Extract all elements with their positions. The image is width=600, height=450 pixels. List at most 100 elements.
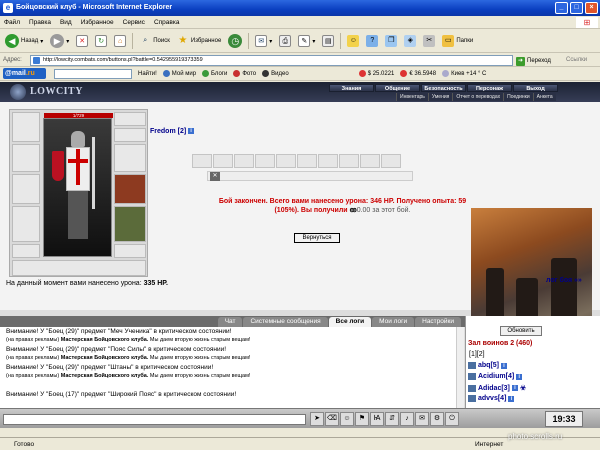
player-row[interactable]: advvs[4] i	[468, 395, 515, 402]
menu-view[interactable]: Вид	[60, 16, 72, 28]
eur-rate[interactable]: € 36.5948	[400, 70, 436, 77]
scroll-slot[interactable]	[297, 154, 317, 168]
menu-favorites[interactable]: Избранное	[81, 16, 114, 28]
smiles-icon[interactable]: ☺	[340, 412, 354, 426]
info-icon[interactable]: i	[508, 395, 515, 402]
tab-exit[interactable]: Выход	[513, 84, 558, 92]
ad-shop[interactable]: Мастерская Бойцовского клуба.	[61, 337, 149, 343]
player-name[interactable]: Fredom [2] i	[150, 128, 195, 135]
amulet-slot[interactable]	[114, 128, 146, 142]
favorites-button[interactable]: ★ Избранное	[175, 32, 223, 50]
info-icon[interactable]: i	[501, 362, 507, 369]
back-button[interactable]: ◀ Назад ▾	[3, 32, 45, 50]
minimize-button[interactable]: _	[555, 2, 568, 14]
stop-button[interactable]: ✕	[74, 32, 90, 50]
helmet-slot[interactable]	[12, 112, 40, 142]
scroll-slot[interactable]	[276, 154, 296, 168]
exit-chat-icon[interactable]: ⏻	[445, 412, 459, 426]
send-icon[interactable]: ➤	[310, 412, 324, 426]
translit-icon[interactable]: Ꙗ	[370, 412, 384, 426]
mailru-search-input[interactable]	[54, 68, 132, 79]
blogs-link[interactable]: Блоги	[202, 70, 227, 77]
info-icon[interactable]: i	[516, 373, 523, 380]
refresh-button[interactable]: Обновить	[500, 326, 542, 336]
settings-icon[interactable]: ⚙	[430, 412, 444, 426]
player-row[interactable]: Acidium[4] i	[468, 373, 523, 380]
subtab-battles[interactable]: Поединки	[503, 93, 533, 101]
belt-slot[interactable]	[12, 244, 40, 258]
edit-button[interactable]: ✎ ▾	[296, 32, 317, 50]
home-button[interactable]: ⌂	[112, 32, 128, 50]
player-row[interactable]: Adidac[3] i ☣	[468, 384, 526, 392]
menu-file[interactable]: Файл	[4, 16, 20, 28]
links-button[interactable]: Ссылки	[566, 54, 587, 67]
maximize-button[interactable]: □	[570, 2, 583, 14]
video-link[interactable]: Видео	[262, 70, 289, 77]
armor-slot[interactable]	[12, 206, 40, 242]
folders-button[interactable]: ▭ Папки	[440, 32, 475, 50]
shield-slot[interactable]	[114, 174, 146, 204]
my-world-link[interactable]: Мой мир	[162, 70, 196, 77]
rings-slot-row[interactable]	[12, 260, 146, 276]
refresh-button[interactable]: ↻	[93, 32, 109, 50]
earring-slot[interactable]	[114, 112, 146, 126]
ad-shop[interactable]: Мастерская Бойцовского клуба.	[61, 373, 149, 379]
tab-knowledge[interactable]: Знания	[329, 84, 374, 92]
tab-security[interactable]: Безопасность	[421, 84, 466, 92]
mail-button[interactable]: ✉ ▾	[253, 32, 274, 50]
scroll-slot[interactable]	[360, 154, 380, 168]
subtab-profile[interactable]: Анкета	[532, 93, 556, 101]
ad-shop[interactable]: Мастерская Бойцовского клуба.	[61, 355, 149, 361]
mailru-logo[interactable]: @mail.ru	[3, 68, 46, 79]
weather-widget[interactable]: Киев +14 ° С	[442, 70, 486, 77]
discuss-button[interactable]: ▤	[320, 32, 336, 50]
tab-communication[interactable]: Общение	[375, 84, 420, 92]
scroll-slot[interactable]	[318, 154, 338, 168]
research-button[interactable]: ?	[364, 32, 380, 50]
boots-slot[interactable]	[114, 244, 146, 258]
gloves-slot[interactable]	[114, 144, 146, 172]
tab-chat-settings[interactable]: Настройки	[415, 317, 461, 327]
find-button[interactable]: Найти!	[138, 71, 157, 77]
scroll-slot[interactable]	[234, 154, 254, 168]
scroll-slot[interactable]	[255, 154, 275, 168]
chat-scrollbar[interactable]	[456, 327, 464, 411]
subtab-skills[interactable]: Умения	[427, 93, 452, 101]
scroll-slot[interactable]	[192, 154, 212, 168]
player-row[interactable]: abq[5] i	[468, 362, 507, 369]
menu-edit[interactable]: Правка	[29, 16, 51, 28]
subtab-transfers[interactable]: Отчет о переводах	[452, 93, 503, 101]
subtab-inventory[interactable]: Инвентарь	[396, 93, 428, 101]
sound-icon[interactable]: ♪	[400, 412, 414, 426]
forward-button[interactable]: ▶ ▾	[48, 32, 71, 50]
info-icon[interactable]: i	[511, 385, 518, 391]
scroll-slot[interactable]	[339, 154, 359, 168]
pants-slot[interactable]	[114, 206, 146, 242]
bracer-slot[interactable]	[12, 144, 40, 172]
close-button[interactable]: ×	[585, 2, 598, 14]
menu-tools[interactable]: Сервис	[123, 16, 145, 28]
weapon-slot[interactable]	[12, 174, 40, 204]
usd-rate[interactable]: $ 25.0221	[358, 70, 394, 77]
menu-help[interactable]: Справка	[154, 16, 180, 28]
print-button[interactable]: ⎙	[277, 32, 293, 50]
scroll-lock-icon[interactable]: ⇵	[385, 412, 399, 426]
tab-chat[interactable]: Чат	[217, 317, 243, 327]
private-icon[interactable]: ✉	[415, 412, 429, 426]
tools-button[interactable]: ◈	[402, 32, 418, 50]
chat-input[interactable]	[3, 414, 306, 425]
back-to-game-button[interactable]: Вернуться	[294, 233, 340, 243]
history-button[interactable]: ◷	[226, 32, 244, 50]
close-icon[interactable]: ✕	[210, 172, 220, 181]
tab-all-logs[interactable]: Все логи	[328, 317, 372, 327]
search-button[interactable]: ⌕ Поиск	[137, 32, 172, 50]
scroll-slot[interactable]	[381, 154, 401, 168]
messenger-button[interactable]: ☺	[345, 32, 361, 50]
battle-log-link[interactable]: лог боя »»	[546, 277, 582, 284]
clear-icon[interactable]: ⌫	[325, 412, 339, 426]
photo-link[interactable]: Фото	[233, 70, 256, 77]
address-input[interactable]: http://lowcity.combats.com/buttons.pl?ba…	[30, 55, 513, 66]
scroll-slot[interactable]	[213, 154, 233, 168]
copy-button[interactable]: ❐	[383, 32, 399, 50]
tab-my-logs[interactable]: Мои логи	[372, 317, 415, 327]
